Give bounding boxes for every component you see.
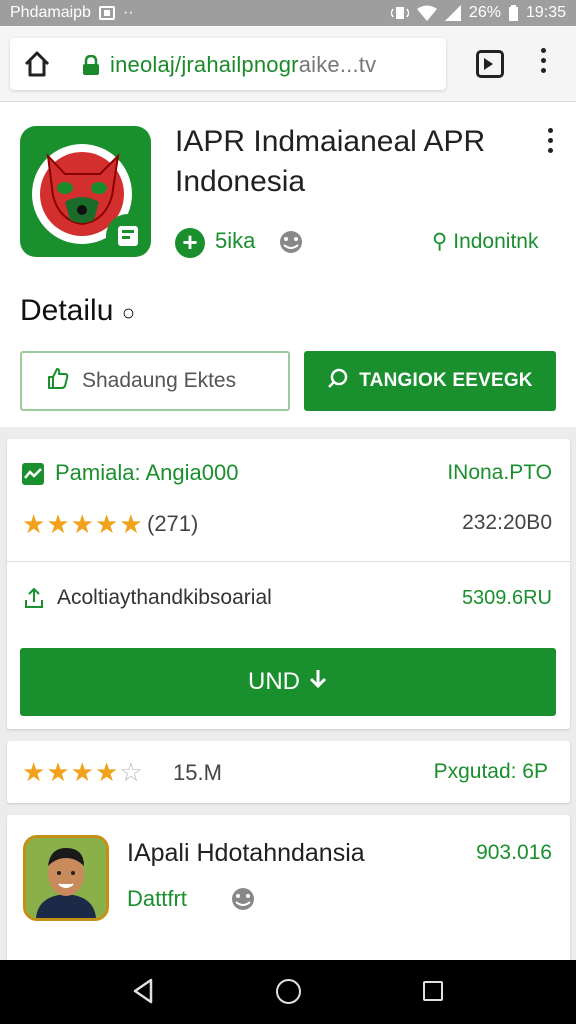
menu-icon[interactable]: [537, 48, 549, 80]
rating-count: (271): [147, 511, 199, 536]
details-value-2: 232:20B0: [462, 511, 552, 534]
related-app-value: 903.016: [476, 841, 552, 864]
clock-label: 19:35: [525, 4, 566, 21]
primary-action-button[interactable]: TANGIOK EEVEGK: [304, 351, 556, 411]
rating-stars: ★ ★ ★ ★ ★: [22, 511, 143, 537]
vibrate-icon: [390, 5, 409, 21]
emoji-icon: [230, 887, 256, 911]
rating-card-value: Pxgutad: 6P: [433, 760, 548, 783]
install-label: UND: [248, 668, 300, 695]
region-label: Indonitnk: [453, 230, 539, 253]
rating-stars: ★ ★ ★ ★ ☆: [22, 759, 143, 785]
flag-icon: ⚲: [432, 230, 448, 253]
section-title-text: Detailu: [20, 294, 114, 327]
notification-dots: ··: [122, 4, 134, 21]
star-icon: ★: [46, 757, 70, 787]
related-app-title: IApali Hdotahndansia: [127, 839, 365, 867]
section-title: Detailu ○: [20, 294, 135, 328]
carrier-label: Phdamaipb: [10, 4, 91, 21]
recent-icon[interactable]: [423, 981, 443, 1001]
avatar: [23, 835, 109, 921]
status-bar: Phdamaipb ·· 26% 19:35: [0, 0, 576, 26]
lock-icon: [82, 54, 100, 75]
star-icon: ★: [119, 509, 143, 539]
wifi-icon: [416, 5, 437, 21]
region-link[interactable]: ⚲ Indonitnk: [432, 229, 538, 254]
star-icon: ★: [94, 757, 119, 787]
back-icon[interactable]: [131, 978, 155, 1009]
details-card: Pamiala: Angia000 INona.PTO ★ ★ ★ ★ ★ (2…: [7, 439, 570, 729]
section-title-suffix: ○: [121, 300, 136, 325]
star-icon: ★: [94, 509, 119, 539]
star-icon: ★: [22, 757, 46, 787]
star-icon: ★: [46, 509, 70, 539]
details-name: Pamiala: Angia000: [55, 460, 239, 485]
star-icon: ★: [70, 509, 94, 539]
chart-icon: [22, 463, 44, 485]
thumb-icon: [46, 366, 70, 396]
divider: [7, 561, 570, 562]
wishlist-label: Shadaung Ektes: [82, 369, 237, 392]
url-text[interactable]: ineolaj/jrahailpnograike...tv: [110, 52, 376, 78]
download-icon: [308, 668, 328, 697]
related-app-subtitle: Dattfrt: [127, 886, 187, 911]
url-dim: aike...tv: [298, 52, 377, 77]
plus-icon[interactable]: +: [175, 228, 205, 258]
star-empty-icon: ☆: [119, 757, 143, 787]
notification-icon: [98, 6, 115, 20]
tab-icon[interactable]: [476, 50, 504, 78]
star-icon: ★: [70, 757, 94, 787]
share-icon: [22, 586, 46, 610]
battery-label: 26%: [468, 4, 501, 21]
app-logo: [20, 126, 151, 257]
circle-home-icon[interactable]: [276, 979, 301, 1004]
url-field[interactable]: ineolaj/jrahailpnograike...tv: [10, 38, 446, 90]
signal-icon: [444, 5, 461, 21]
browser-toolbar: ineolaj/jrahailpnograike...tv: [0, 26, 576, 102]
activity-value: 5309.6RU: [461, 587, 552, 609]
rating-card: ★ ★ ★ ★ ☆ 15.M Pxgutad: 6P: [7, 741, 570, 803]
primary-action-label: TANGIOK EEVEGK: [359, 370, 533, 391]
star-icon: ★: [22, 509, 46, 539]
details-value-1: INona.PTO: [447, 461, 552, 484]
emoji-icon: [278, 230, 304, 254]
wishlist-button[interactable]: Shadaung Ektes: [20, 351, 290, 411]
app-title: IAPR Indmaianeal APR Indonesia: [175, 122, 505, 202]
app-title-line2: Indonesia: [175, 165, 306, 198]
developer-link[interactable]: 5ika: [215, 228, 255, 254]
activity-label: Acoltiaythandkibsoarial: [57, 586, 272, 609]
more-options-icon[interactable]: [545, 128, 555, 158]
review-count: 15.M: [173, 760, 222, 785]
battery-icon: [508, 5, 518, 21]
url-main: ineolaj/jrahailpnogr: [110, 52, 299, 77]
install-button[interactable]: UND: [20, 648, 556, 716]
app-details-page: IAPR Indmaianeal APR Indonesia + 5ika ⚲ …: [0, 102, 576, 960]
app-title-line1: IAPR Indmaianeal APR: [175, 125, 486, 158]
related-app-card[interactable]: IApali Hdotahndansia 903.016 Dattfrt: [7, 815, 570, 960]
search-icon: [327, 367, 349, 395]
system-nav-bar: [0, 960, 576, 1024]
home-icon[interactable]: [22, 49, 52, 79]
